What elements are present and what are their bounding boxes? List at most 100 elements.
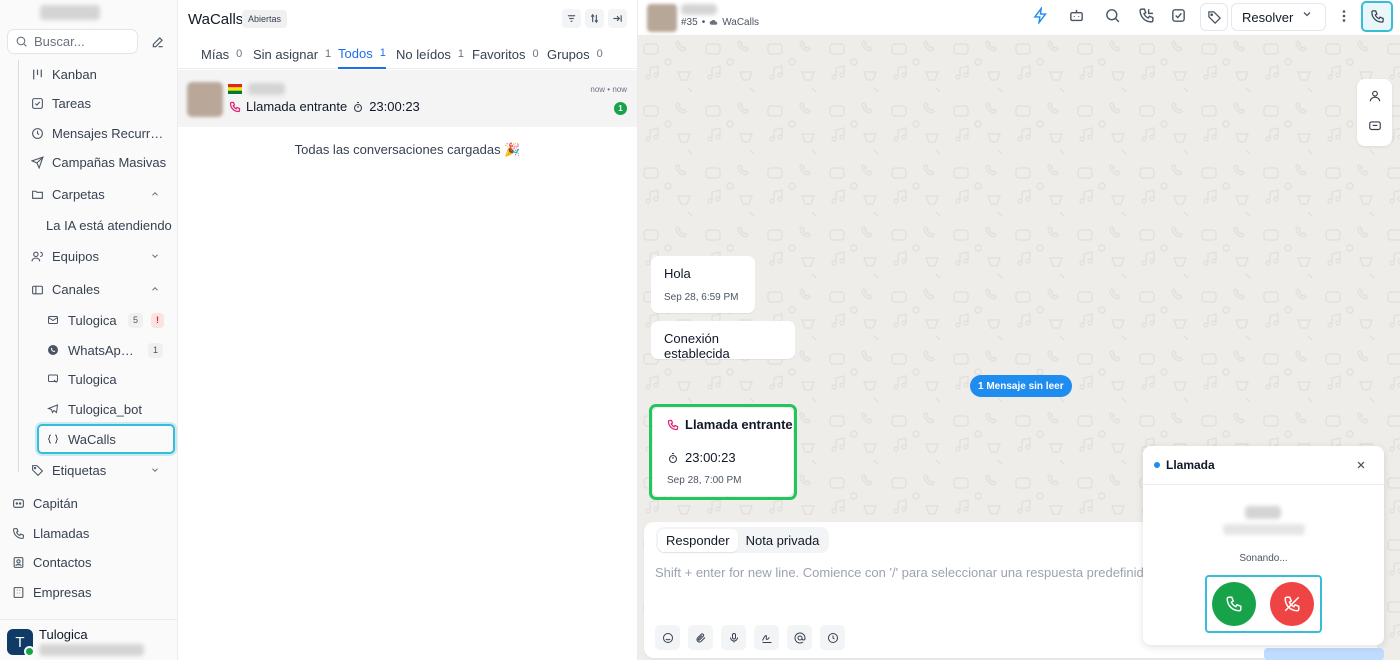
conversation-list-panel: WaCalls Abiertas Mías 0 Sin asignar 1 To… <box>178 0 638 660</box>
chevron-down-icon[interactable] <box>1301 8 1316 20</box>
send-button[interactable] <box>1264 648 1384 660</box>
sidebar-item-kanban[interactable]: Kanban <box>31 63 97 85</box>
contact-profile-icon[interactable] <box>1368 89 1382 103</box>
tab-sin-asignar[interactable]: Sin asignar 1 <box>253 45 331 69</box>
channel-item-whatsapp-cloud[interactable]: WhatsApp Cloud 1 <box>47 339 164 361</box>
message-input[interactable]: Shift + enter for new line. Comience con… <box>655 565 1155 580</box>
sidebar-item-tareas[interactable]: Tareas <box>31 92 91 114</box>
chat-bubble-icon[interactable] <box>1368 119 1382 133</box>
label-tag-button[interactable] <box>1200 3 1228 31</box>
lightning-macros-icon[interactable] <box>1032 7 1049 24</box>
nav-tree-line <box>18 60 19 472</box>
tab-label: Sin asignar <box>253 46 319 62</box>
tab-responder[interactable]: Responder <box>658 528 738 552</box>
sidebar-item-campanas-masivas[interactable]: Campañas Masivas <box>31 151 166 173</box>
building-icon <box>12 586 25 599</box>
channel-label: Tulogica_bot <box>68 401 142 417</box>
bot-icon[interactable] <box>1068 7 1085 24</box>
unread-divider-pill[interactable]: 1 Mensaje sin leer <box>970 375 1072 397</box>
channel-item-tulogica-bot[interactable]: Tulogica_bot <box>47 398 142 420</box>
sidebar-item-contactos[interactable]: Contactos <box>12 551 92 573</box>
sidebar-item-label: Equipos <box>52 248 99 264</box>
phone-incoming-icon[interactable] <box>1138 7 1155 24</box>
tab-label: Todos <box>338 45 373 61</box>
cloud-icon <box>709 18 718 27</box>
signature-button[interactable] <box>754 625 779 650</box>
tab-label: No leídos <box>396 46 451 62</box>
sidebar-item-label: Tareas <box>52 95 92 111</box>
phone-icon <box>12 527 25 540</box>
sidebar-item-mensajes-recurrentes[interactable]: Mensajes Recurrentes <box>31 122 167 144</box>
web-widget-icon <box>47 373 60 386</box>
accept-call-button[interactable] <box>1212 582 1256 626</box>
more-vertical-icon[interactable] <box>1339 9 1349 23</box>
status-filter-badge[interactable]: Abiertas <box>242 10 288 28</box>
attach-button[interactable] <box>688 625 713 650</box>
tab-count: 1 <box>457 48 465 60</box>
channel-item-wacalls[interactable]: WaCalls <box>47 428 116 450</box>
sidebar-item-label: Llamadas <box>33 525 90 541</box>
sidebar-item-equipos[interactable]: Equipos <box>31 245 178 267</box>
sort-arrows-icon <box>589 13 600 24</box>
chevron-down-icon <box>150 251 160 261</box>
sidebar-item-llamadas[interactable]: Llamadas <box>12 522 89 544</box>
search-input[interactable]: Buscar... <box>7 29 138 54</box>
user-profile[interactable]: T Tulogica <box>0 619 178 660</box>
emoji-button[interactable] <box>655 625 680 650</box>
start-call-button[interactable] <box>1361 1 1393 32</box>
sidebar-item-carpetas[interactable]: Carpetas <box>31 183 178 205</box>
sidebar-item-capitan[interactable]: Capitán <box>12 492 78 514</box>
tab-favoritos[interactable]: Favoritos 0 <box>472 45 539 69</box>
reject-call-button[interactable] <box>1270 582 1314 626</box>
tab-grupos[interactable]: Grupos 0 <box>547 45 603 69</box>
channel-item-tulogica-web[interactable]: Tulogica <box>47 368 117 390</box>
tab-no-leidos[interactable]: No leídos 1 <box>396 45 464 69</box>
sort-button[interactable] <box>585 9 604 28</box>
tab-mias[interactable]: Mías 0 <box>201 45 242 69</box>
tab-count: 0 <box>532 48 539 60</box>
sidebar-item-etiquetas[interactable]: Etiquetas <box>31 459 178 481</box>
sidebar-item-ia-atendiendo[interactable]: La IA está atendiendo <box>46 214 172 236</box>
sidebar-item-label: Canales <box>52 281 100 297</box>
schedule-message-button[interactable] <box>820 625 845 650</box>
channel-item-tulogica-email[interactable]: Tulogica 5 ! <box>47 309 165 331</box>
tab-count: 0 <box>236 48 243 60</box>
message-bubble: Conexión establecida <box>651 321 795 361</box>
tab-todos[interactable]: Todos 1 <box>338 45 386 69</box>
stopwatch-icon <box>352 101 364 113</box>
task-check-icon[interactable] <box>1170 7 1187 24</box>
call-duration: 23:00:23 <box>369 99 420 114</box>
search-icon <box>15 35 28 48</box>
phone-icon <box>1225 595 1243 613</box>
compose-button[interactable] <box>145 29 171 54</box>
users-icon <box>31 250 44 263</box>
search-icon[interactable] <box>1104 7 1121 24</box>
user-name: Tulogica <box>39 627 88 642</box>
sidebar-item-label: Empresas <box>33 584 92 600</box>
sidebar-item-canales[interactable]: Canales <box>31 278 178 300</box>
caller-name-redacted <box>1245 506 1281 519</box>
ai-assist-button[interactable] <box>787 625 812 650</box>
call-ringing-status: Sonando... <box>1239 553 1288 564</box>
collapse-panel-button[interactable] <box>608 9 627 28</box>
call-message-title: Llamada entrante <box>667 417 793 432</box>
tag-icon <box>31 464 44 477</box>
conversation-card[interactable]: Llamada entrante 23:00:23 now • now 1 <box>178 70 637 127</box>
conversation-meta: #35 • WaCalls <box>681 17 759 28</box>
clock-icon <box>31 127 44 140</box>
tab-nota-privada[interactable]: Nota privada <box>738 529 828 552</box>
sidebar-item-label: Contactos <box>33 554 92 570</box>
audio-record-button[interactable] <box>721 625 746 650</box>
close-icon[interactable] <box>1356 460 1366 470</box>
call-popup-header: Llamada <box>1143 446 1384 485</box>
clock-icon <box>827 632 839 644</box>
avatar[interactable] <box>647 4 677 32</box>
filter-icon <box>566 13 577 24</box>
tab-label: Favoritos <box>472 46 526 62</box>
sidebar-item-label: Kanban <box>52 66 97 82</box>
channel-label: WaCalls <box>68 431 116 447</box>
channel-alert-badge: ! <box>151 312 165 328</box>
sidebar-item-empresas[interactable]: Empresas <box>12 581 92 603</box>
filter-button[interactable] <box>562 9 581 28</box>
mail-icon <box>47 314 60 327</box>
